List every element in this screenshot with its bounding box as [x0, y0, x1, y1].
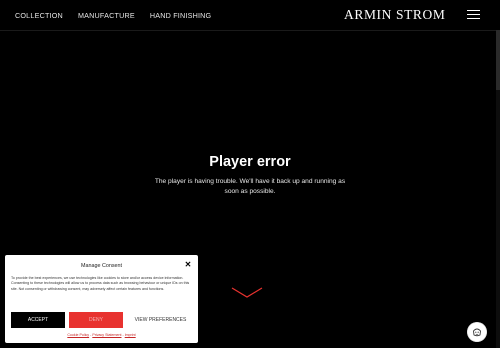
page: COLLECTION MANUFACTURE HAND FINISHING AR… [0, 0, 500, 348]
cookie-settings-glyph [467, 322, 487, 342]
nav-item-hand-finishing[interactable]: HAND FINISHING [150, 11, 212, 20]
cookie-policy-link[interactable]: Cookie Policy [67, 333, 89, 337]
hamburger-menu-icon[interactable] [467, 9, 480, 20]
imprint-link[interactable]: Imprint [125, 333, 136, 337]
nav-item-manufacture[interactable]: MANUFACTURE [78, 11, 135, 20]
view-preferences-button[interactable]: VIEW PREFERENCES [128, 312, 193, 328]
consent-description: To provide the best experiences, we use … [11, 276, 190, 291]
close-icon[interactable]: ✕ [184, 261, 192, 269]
cookie-consent-banner: Manage Consent ✕ To provide the best exp… [5, 255, 198, 343]
accept-button[interactable]: ACCEPT [11, 312, 65, 328]
main-nav: COLLECTION MANUFACTURE HAND FINISHING [15, 11, 211, 20]
site-header: COLLECTION MANUFACTURE HAND FINISHING AR… [0, 0, 500, 31]
brand-logo[interactable]: ARMIN STROM [344, 7, 446, 23]
cookie-settings-icon[interactable] [467, 322, 487, 342]
player-error-title: Player error [209, 154, 291, 170]
player-error-message: The player is having trouble. We'll have… [154, 178, 346, 195]
privacy-statement-link[interactable]: Privacy Statement [92, 333, 121, 337]
chevron-down-icon[interactable] [231, 287, 263, 299]
deny-button[interactable]: DENY [69, 312, 123, 328]
consent-buttons: ACCEPT DENY VIEW PREFERENCES [11, 312, 193, 328]
nav-item-collection[interactable]: COLLECTION [15, 11, 63, 20]
scrollbar-thumb[interactable] [496, 30, 500, 90]
video-player-error: Player error The player is having troubl… [80, 154, 420, 197]
page-scrollbar[interactable] [496, 30, 500, 348]
consent-title: Manage Consent [80, 263, 123, 269]
consent-links: Cookie Policy - Privacy Statement - Impr… [5, 333, 198, 337]
